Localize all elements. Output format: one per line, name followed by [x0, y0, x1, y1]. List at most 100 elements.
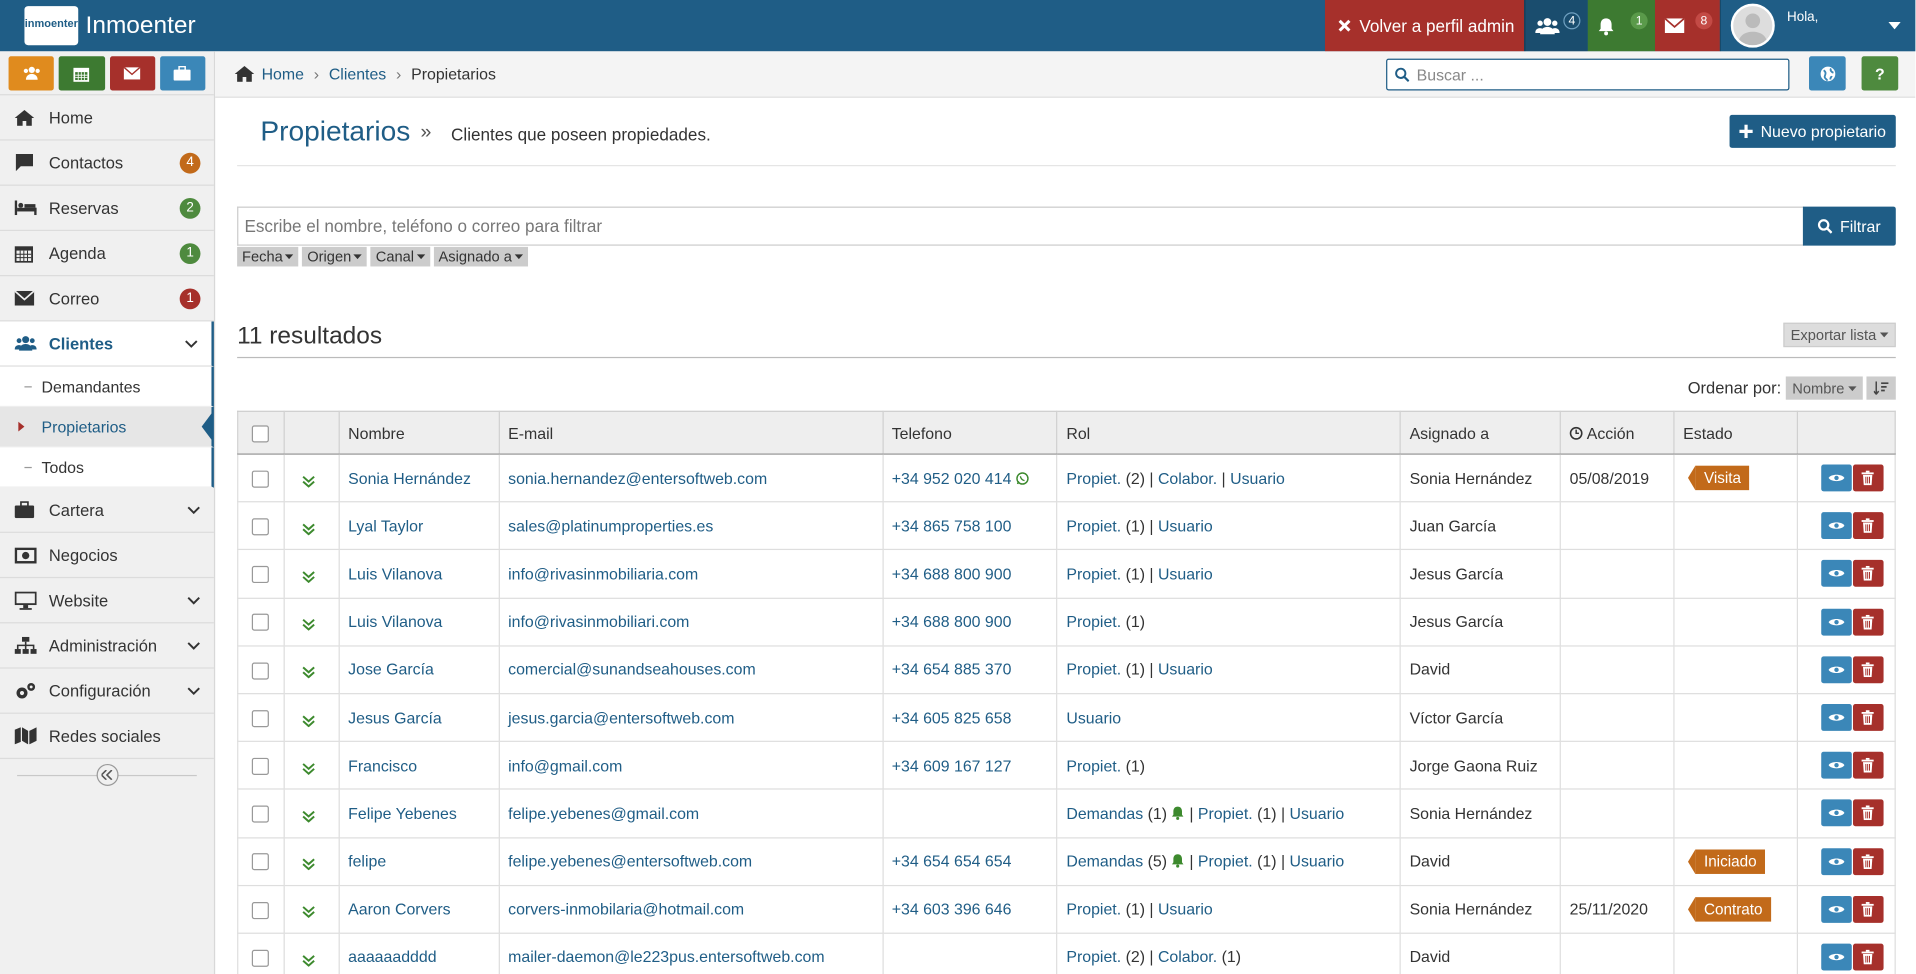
column-header-rol[interactable]: Rol [1056, 410, 1402, 455]
client-name-link[interactable]: Aaron Corvers [348, 900, 450, 918]
client-email-link[interactable]: felipe.yebenes@entersoftweb.com [508, 852, 752, 870]
sidebar-subitem-propietarios[interactable]: Propietarios [0, 407, 214, 448]
client-email-link[interactable]: info@gmail.com [508, 756, 622, 774]
view-button[interactable] [1821, 895, 1852, 923]
sidebar-subitem-todos[interactable]: Todos [0, 447, 214, 488]
search-input[interactable] [1416, 65, 1772, 84]
expand-row-button[interactable] [302, 804, 315, 823]
column-header-asignado[interactable]: Asignado a [1399, 410, 1562, 455]
row-checkbox[interactable] [251, 662, 269, 680]
client-name-link[interactable]: Felipe Yebenes [348, 804, 457, 822]
export-list-button[interactable]: Exportar lista [1783, 322, 1896, 348]
role-link[interactable]: Usuario [1066, 708, 1121, 726]
client-phone-link[interactable]: +34 654 885 370 [892, 660, 1012, 678]
client-name-link[interactable]: aaaaaadddd [348, 948, 436, 966]
row-checkbox[interactable] [251, 518, 269, 536]
sidebar-item-reservas[interactable]: Reservas 2 [0, 186, 214, 232]
view-button[interactable] [1821, 799, 1852, 827]
sidebar-item-cartera[interactable]: Cartera [0, 488, 214, 533]
app-logo[interactable]: inmoenter Inmoenter [24, 6, 196, 46]
role-link[interactable]: Usuario [1290, 804, 1345, 822]
quick-briefcase-button[interactable] [159, 56, 206, 91]
row-checkbox[interactable] [251, 709, 269, 728]
sidebar-item-correo[interactable]: Correo 1 [0, 276, 214, 322]
delete-button[interactable] [1852, 656, 1884, 684]
role-link[interactable]: Propiet. [1066, 660, 1121, 678]
new-owner-button[interactable]: Nuevo propietario [1730, 114, 1896, 148]
role-link[interactable]: Propiet. [1066, 948, 1121, 966]
view-button[interactable] [1821, 464, 1852, 492]
client-email-link[interactable]: comercial@sunandseahouses.com [508, 660, 756, 678]
client-name-link[interactable]: Luis Vilanova [348, 613, 442, 631]
delete-button[interactable] [1852, 560, 1884, 588]
sidebar-item-agenda[interactable]: Agenda 1 [0, 231, 214, 277]
select-all-checkbox[interactable] [251, 425, 269, 443]
client-phone-link[interactable]: +34 609 167 127 [892, 756, 1012, 774]
quick-mail-button[interactable] [109, 56, 155, 91]
client-phone-link[interactable]: +34 865 758 100 [892, 517, 1012, 535]
bell-notifications-button[interactable]: 1 [1587, 0, 1655, 52]
role-link[interactable]: Demandas [1066, 852, 1143, 870]
breadcrumb-clientes[interactable]: Clientes [329, 65, 386, 83]
back-to-admin-button[interactable]: Volver a perfil admin [1325, 0, 1525, 52]
role-link[interactable]: Usuario [1158, 660, 1213, 678]
role-link[interactable]: Colabor. [1158, 469, 1217, 487]
globe-button[interactable] [1809, 56, 1846, 91]
client-name-link[interactable]: Luis Vilanova [348, 565, 442, 583]
client-email-link[interactable]: sales@platinumproperties.es [508, 517, 713, 535]
expand-row-button[interactable] [302, 613, 315, 631]
client-email-link[interactable]: sonia.hernandez@entersoftweb.com [508, 469, 767, 487]
sidebar-item-administraci-n[interactable]: Administración [0, 623, 214, 669]
row-checkbox[interactable] [251, 949, 269, 967]
sort-select[interactable]: Nombre [1786, 376, 1863, 400]
delete-button[interactable] [1852, 895, 1884, 923]
client-name-link[interactable]: Jose García [348, 660, 434, 678]
client-phone-link[interactable]: +34 688 800 900 [892, 613, 1012, 631]
filter-chip-fecha[interactable]: Fecha [237, 246, 299, 267]
help-button[interactable]: ? [1861, 56, 1899, 91]
expand-row-button[interactable] [302, 900, 315, 919]
sort-direction-button[interactable] [1866, 376, 1896, 400]
column-header-nombre[interactable]: Nombre [338, 410, 500, 455]
expand-row-button[interactable] [302, 517, 315, 536]
filter-chip-origen[interactable]: Origen [302, 246, 368, 267]
client-email-link[interactable]: info@rivasinmobiliari.com [508, 613, 689, 631]
sidebar-item-redes-sociales[interactable]: Redes sociales [0, 714, 214, 760]
client-email-link[interactable]: info@rivasinmobiliaria.com [508, 565, 698, 583]
role-link[interactable]: Usuario [1158, 565, 1213, 583]
user-menu[interactable]: Hola, [1719, 0, 1916, 52]
client-email-link[interactable]: mailer-daemon@le223pus.entersoftweb.com [508, 948, 824, 966]
client-name-link[interactable]: Sonia Hernández [348, 469, 471, 487]
sidebar-item-website[interactable]: Website [0, 578, 214, 624]
column-header-accion[interactable]: Acción [1559, 410, 1675, 455]
client-email-link[interactable]: jesus.garcia@entersoftweb.com [508, 708, 734, 726]
column-header-email[interactable]: E-mail [498, 410, 884, 455]
filter-button[interactable]: Filtrar [1802, 206, 1896, 246]
role-link[interactable]: Propiet. [1198, 804, 1253, 822]
sidebar-item-home[interactable]: Home [0, 95, 214, 141]
role-link[interactable]: Usuario [1290, 852, 1345, 870]
role-link[interactable]: Usuario [1158, 517, 1213, 535]
sidebar-subitem-demandantes[interactable]: Demandantes [0, 366, 214, 408]
collapse-sidebar-button[interactable] [95, 763, 118, 786]
delete-button[interactable] [1852, 799, 1884, 827]
expand-row-button[interactable] [302, 469, 315, 488]
role-link[interactable]: Propiet. [1066, 756, 1121, 774]
row-checkbox[interactable] [251, 470, 269, 488]
sidebar-item-contactos[interactable]: Contactos 4 [0, 141, 214, 186]
view-button[interactable] [1821, 751, 1852, 779]
row-checkbox[interactable] [251, 901, 269, 919]
view-button[interactable] [1821, 656, 1852, 684]
role-link[interactable]: Propiet. [1066, 613, 1121, 631]
row-checkbox[interactable] [251, 853, 269, 871]
client-name-link[interactable]: felipe [348, 852, 386, 870]
delete-button[interactable] [1852, 464, 1884, 492]
row-checkbox[interactable] [251, 757, 269, 775]
view-button[interactable] [1821, 512, 1852, 540]
role-link[interactable]: Usuario [1230, 469, 1285, 487]
role-link[interactable]: Propiet. [1066, 900, 1121, 918]
delete-button[interactable] [1852, 512, 1884, 540]
column-header-telefono[interactable]: Telefono [881, 410, 1058, 455]
role-link[interactable]: Usuario [1158, 900, 1213, 918]
column-header-estado[interactable]: Estado [1673, 410, 1798, 455]
